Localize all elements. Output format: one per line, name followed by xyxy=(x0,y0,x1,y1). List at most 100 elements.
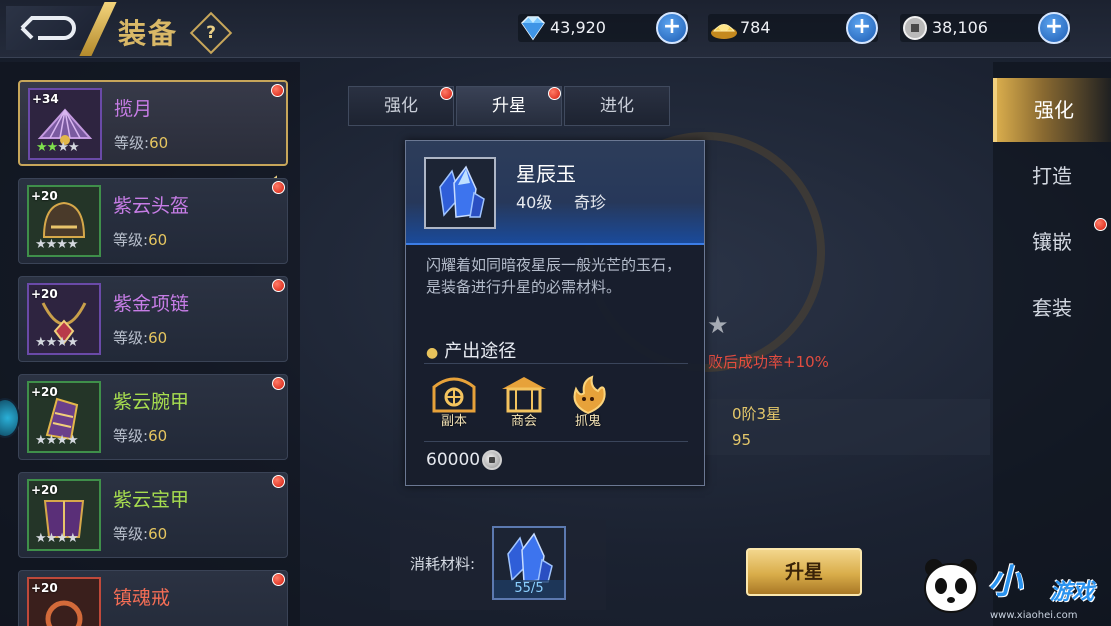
silver-amount: 38,106 xyxy=(932,18,988,37)
material-label: 消耗材料: xyxy=(410,555,476,573)
tab-star-up[interactable]: 升星 xyxy=(456,86,562,126)
crystal-icon xyxy=(439,165,485,218)
add-diamond-button[interactable]: + xyxy=(656,12,688,44)
equipment-name: 紫云宝甲 xyxy=(113,489,190,511)
equipment-icon: +20 xyxy=(27,577,101,626)
watermark-text: 游戏 xyxy=(1050,580,1095,605)
tab-enhance[interactable]: 强化 xyxy=(348,86,454,126)
source-ghost[interactable]: 抓鬼 xyxy=(562,373,614,429)
notification-dot xyxy=(440,87,453,100)
equipment-list: +34 ★★★★ 揽月 等级:60 ‹ +20 ★★★★ 紫云头盔 等级:60 … xyxy=(0,62,300,626)
star-rating: ★★★★ xyxy=(35,531,79,546)
enhance-level: +20 xyxy=(31,385,58,399)
diamond-icon xyxy=(521,16,545,41)
enhance-level: +20 xyxy=(31,287,58,301)
page-title: 装备 xyxy=(118,17,179,50)
watermark-text: 小 xyxy=(988,562,1022,602)
equipment-icon: +20 ★★★★ xyxy=(27,381,101,453)
material-panel: 消耗材料: 55/5 xyxy=(390,520,606,610)
equipment-icon: +20 ★★★★ xyxy=(27,479,101,551)
material-count: 55/5 xyxy=(494,580,564,598)
source-label: 副本 xyxy=(440,414,467,429)
stat-stage-value: 0阶3星 xyxy=(732,405,782,423)
equipment-name: 紫金项链 xyxy=(113,293,190,315)
tooltip-header: 星辰玉 40级 奇珍 xyxy=(406,141,704,245)
equipment-level: 等级:60 xyxy=(114,134,169,152)
nav-enhance[interactable]: 强化 xyxy=(993,78,1111,142)
tab-label: 进化 xyxy=(600,96,634,116)
nav-inlay[interactable]: 镶嵌 xyxy=(993,210,1111,274)
equipment-level: 等级:60 xyxy=(113,427,168,445)
material-slot[interactable]: 55/5 xyxy=(492,526,566,600)
item-tooltip: 星辰玉 40级 奇珍 闪耀着如同暗夜星辰一般光芒的玉石，是装备进行升星的必需材料… xyxy=(405,140,705,486)
star-jade-item-icon xyxy=(424,157,496,229)
item-description: 闪耀着如同暗夜星辰一般光芒的玉石，是装备进行升星的必需材料。 xyxy=(426,256,682,296)
currency-diamond: 43,920 + xyxy=(518,12,688,44)
equipment-item-ring[interactable]: +20 镇魂戒 xyxy=(18,570,288,626)
source-shop[interactable]: 商会 xyxy=(498,373,550,429)
equipment-item-armor[interactable]: +20 ★★★★ 紫云宝甲 等级:60 xyxy=(18,472,288,558)
item-level: 40级 xyxy=(516,193,553,212)
equipment-icon: +34 ★★★★ xyxy=(28,88,102,160)
notification-dot xyxy=(272,573,285,586)
nav-label: 镶嵌 xyxy=(1032,230,1072,254)
silver-coin-icon xyxy=(482,450,503,470)
notification-dot xyxy=(272,279,285,292)
item-rarity: 奇珍 xyxy=(574,193,607,212)
watermark-url: www.xiaohei.com xyxy=(990,610,1078,621)
top-bar: 装备 ? 43,920 + 784 + 38,106 + xyxy=(0,0,1111,58)
notification-dot xyxy=(272,181,285,194)
equipment-icon: +20 ★★★★ xyxy=(27,185,101,257)
equipment-level: 等级:60 xyxy=(113,525,168,543)
add-silver-button[interactable]: + xyxy=(1038,12,1070,44)
tab-label: 强化 xyxy=(384,96,418,116)
source-title: ● 产出途径 xyxy=(426,341,517,362)
currency-gold: 784 + xyxy=(708,12,878,44)
source-dungeon[interactable]: 副本 xyxy=(428,373,480,429)
notification-dot xyxy=(548,87,561,100)
equipment-name: 紫云头盔 xyxy=(113,195,190,217)
divider xyxy=(424,441,688,442)
nav-label: 强化 xyxy=(1034,98,1074,122)
panda-logo-icon xyxy=(924,559,978,613)
notification-dot xyxy=(1094,218,1107,231)
equipment-name: 镇魂戒 xyxy=(113,587,171,609)
help-icon: ? xyxy=(206,23,216,43)
nav-label: 打造 xyxy=(1032,164,1072,188)
equipment-item-necklace[interactable]: +20 ★★★★ 紫金项链 等级:60 xyxy=(18,276,288,362)
source-label: 商会 xyxy=(510,414,537,429)
help-button[interactable]: ? xyxy=(189,11,233,55)
back-arrow-icon xyxy=(20,16,76,40)
flame-icon: ● xyxy=(426,345,439,361)
equipment-item-lanyue[interactable]: +34 ★★★★ 揽月 等级:60 xyxy=(18,80,288,166)
tab-label: 升星 xyxy=(492,96,526,116)
silver-coin-icon xyxy=(903,16,927,40)
source-label: 抓鬼 xyxy=(574,414,601,429)
enhance-level: +20 xyxy=(31,581,58,595)
star-rating: ★★★★ xyxy=(36,140,80,155)
item-name: 星辰玉 xyxy=(516,162,576,186)
nav-forge[interactable]: 打造 xyxy=(993,144,1111,208)
divider xyxy=(424,363,688,364)
stat-value: 95 xyxy=(732,431,752,449)
tab-evolve[interactable]: 进化 xyxy=(564,86,670,126)
notification-dot xyxy=(271,84,284,97)
notification-dot xyxy=(272,377,285,390)
add-gold-button[interactable]: + xyxy=(846,12,878,44)
nav-set[interactable]: 套装 xyxy=(993,276,1111,340)
crystal-icon xyxy=(507,532,553,583)
star-rating: ★★★★ xyxy=(35,237,79,252)
diamond-amount: 43,920 xyxy=(550,18,606,37)
gold-amount: 784 xyxy=(740,18,771,37)
equipment-name: 揽月 xyxy=(114,98,153,120)
equipment-item-helmet[interactable]: +20 ★★★★ 紫云头盔 等级:60 xyxy=(18,178,288,264)
equipment-icon: +20 ★★★★ xyxy=(27,283,101,355)
equipment-level: 等级:60 xyxy=(113,329,168,347)
star-rating: ★★★★ xyxy=(35,335,79,350)
gold-ingot-icon xyxy=(711,24,737,39)
fail-bonus-text: 败后成功率+10% xyxy=(708,353,829,371)
star-up-button[interactable]: 升星 xyxy=(746,548,862,596)
equipment-item-bracer[interactable]: +20 ★★★★ 紫云腕甲 等级:60 xyxy=(18,374,288,460)
item-price: 60000 xyxy=(426,450,503,470)
stat-row-stage: 0阶3星 xyxy=(705,399,990,427)
